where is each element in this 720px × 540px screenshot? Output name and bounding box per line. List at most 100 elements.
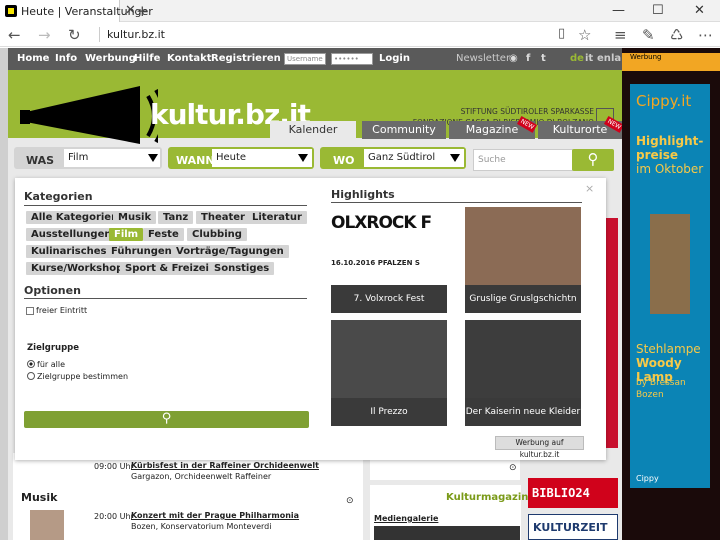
play-icon[interactable]: ⊙ [509, 463, 517, 473]
kulturmagazin-box: Kulturmagazin Mediengalerie [370, 485, 528, 540]
optionen-title: Optionen [24, 284, 81, 297]
minimize-icon[interactable]: — [612, 3, 625, 18]
panel-search-button[interactable]: ⚲ [24, 411, 309, 428]
category-ausstellungen[interactable]: Ausstellungen [26, 228, 117, 241]
was-value: Film [64, 149, 160, 167]
web-note-icon[interactable]: ✎ [642, 26, 655, 44]
close-window-icon[interactable]: ✕ [694, 3, 705, 18]
top-navigation: Home Info Werbung Hilfe Kontakt Registri… [8, 48, 622, 70]
nav-registrieren[interactable]: Registrieren [211, 53, 281, 64]
wann-value: Heute [212, 149, 312, 167]
nav-werbung[interactable]: Werbung [85, 53, 136, 64]
ad-top-strip [622, 65, 720, 71]
more-icon[interactable]: ⋯ [698, 26, 713, 44]
category-fuehrungen[interactable]: Führungen [106, 245, 177, 258]
favorite-star-icon[interactable]: ☆ [578, 26, 591, 44]
search-button[interactable]: ⚲ [572, 149, 614, 171]
category-kulinarisches[interactable]: Kulinarisches [26, 245, 112, 258]
category-feste[interactable]: Feste [143, 228, 184, 241]
category-kurse[interactable]: Kurse/Workshop [26, 262, 129, 275]
media-thumbnail[interactable] [374, 526, 520, 540]
browser-tab[interactable]: Heute | Veranstaltunger [0, 0, 153, 22]
was-select[interactable]: WAS Film [14, 147, 162, 169]
sponsor-line-1: STIFTUNG SÜDTIROLER SPARKASSE [460, 107, 594, 116]
ad-label: Werbung [622, 53, 720, 65]
ad-by: by Bressan [636, 378, 686, 388]
login-button[interactable]: Login [379, 53, 410, 64]
maximize-icon[interactable]: ☐ [652, 3, 664, 18]
nav-hilfe[interactable]: Hilfe [134, 53, 160, 64]
highlight-caption: Gruslige Gruslgschichtn [465, 285, 581, 313]
lang-it[interactable]: it [585, 53, 593, 64]
highlight-card[interactable]: OLXROCK F 16.10.2016 PFALZEN S 7. Volxro… [331, 207, 447, 313]
freier-eintritt-checkbox[interactable] [26, 307, 34, 315]
play-icon[interactable]: ⊙ [346, 496, 354, 506]
username-input[interactable]: Username [284, 53, 326, 65]
hub-icon[interactable]: ≡ [614, 26, 627, 44]
mediengalerie-link[interactable]: Mediengalerie [374, 514, 438, 523]
zielgruppe-custom-radio[interactable] [27, 372, 35, 380]
twitter-icon[interactable]: t [541, 53, 546, 64]
category-sonstiges[interactable]: Sonstiges [209, 262, 275, 275]
search-icon: ⚲ [587, 150, 599, 168]
password-input[interactable]: •••••• [331, 53, 373, 65]
event-title-link[interactable]: Kürbisfest in der Raffeiner Orchideenwel… [131, 461, 319, 470]
close-tab-icon[interactable]: ✕ [125, 3, 136, 18]
category-clubbing[interactable]: Clubbing [187, 228, 247, 241]
kulturzeit-banner[interactable]: KULTURZEIT [528, 514, 618, 540]
tab-kalender[interactable]: Kalender [270, 121, 356, 139]
category-literatur[interactable]: Literatur [247, 211, 307, 224]
lang-la[interactable]: la [611, 53, 621, 64]
forward-icon[interactable]: → [38, 26, 51, 44]
highlight-image-text: OLXROCK F [331, 213, 432, 233]
lang-de[interactable]: de [570, 53, 584, 64]
url-field[interactable]: kultur.bz.it [107, 28, 165, 41]
nav-home[interactable]: Home [17, 53, 49, 64]
category-vortraege[interactable]: Vorträge/Tagungen [171, 245, 289, 258]
event-time: 09:00 Uhr [94, 462, 134, 471]
ad-brand: Cippy.it [636, 92, 692, 110]
nav-kontakt[interactable]: Kontakt [167, 53, 212, 64]
event-location: Gargazon, Orchideenwelt Raffeiner [131, 472, 272, 481]
category-film[interactable]: Film [109, 228, 144, 241]
ad-product-1: Stehlampe [636, 342, 701, 356]
search-input[interactable]: Suche [473, 149, 573, 171]
wo-select[interactable]: WO Ganz Südtirol [320, 147, 466, 169]
highlight-card[interactable]: Der Kaiserin neue Kleider [465, 320, 581, 426]
lang-en[interactable]: en [597, 53, 611, 64]
kategorien-title: Kategorien [24, 190, 93, 203]
new-tab-icon[interactable]: + [136, 2, 149, 20]
event-time: 20:00 Uhr [94, 512, 134, 521]
back-icon[interactable]: ← [8, 26, 21, 44]
newsletter-link[interactable]: Newsletter [456, 53, 510, 64]
category-alle[interactable]: Alle Kategorien [26, 211, 124, 224]
highlight-card[interactable]: Il Prezzo [331, 320, 447, 426]
ad-footer: Cippy [636, 474, 659, 483]
chevron-down-icon [298, 154, 308, 162]
event-list: 09:00 Uhr Kürbisfest in der Raffeiner Or… [13, 453, 363, 540]
wann-select[interactable]: WANN Heute [168, 147, 314, 169]
highlight-card[interactable]: Gruslige Gruslgschichtn [465, 207, 581, 313]
tab-community[interactable]: Community [362, 121, 446, 139]
werbung-link[interactable]: Werbung auf kultur.bz.it [495, 436, 584, 459]
rss-icon[interactable]: ◉ [509, 53, 518, 64]
share-icon[interactable]: ♺ [670, 26, 683, 44]
refresh-icon[interactable]: ↻ [68, 26, 81, 44]
category-theater[interactable]: Theater [196, 211, 250, 224]
reading-view-icon[interactable]: ▯ [558, 26, 565, 41]
page-viewport: Home Info Werbung Hilfe Kontakt Registri… [0, 48, 720, 540]
facebook-icon[interactable]: f [526, 53, 530, 64]
zielgruppe-all-radio[interactable] [27, 360, 35, 368]
category-musik[interactable]: Musik [113, 211, 157, 224]
ad-headline-2: im Oktober [636, 162, 704, 176]
category-tanz[interactable]: Tanz [158, 211, 194, 224]
category-sport[interactable]: Sport & Freizeit [120, 262, 219, 275]
biblio-banner[interactable]: BIBLIO24 [528, 478, 618, 508]
ad-banner[interactable]: Cippy.it Highlight-preise im Oktober Ste… [630, 84, 710, 488]
search-icon: ⚲ [161, 411, 172, 426]
event-thumbnail[interactable] [30, 510, 64, 540]
kulturmagazin-title[interactable]: Kulturmagazin [446, 492, 528, 503]
nav-info[interactable]: Info [55, 53, 77, 64]
event-title-link[interactable]: Konzert mit der Prague Philharmonia [131, 511, 299, 520]
close-icon[interactable]: × [585, 182, 594, 195]
